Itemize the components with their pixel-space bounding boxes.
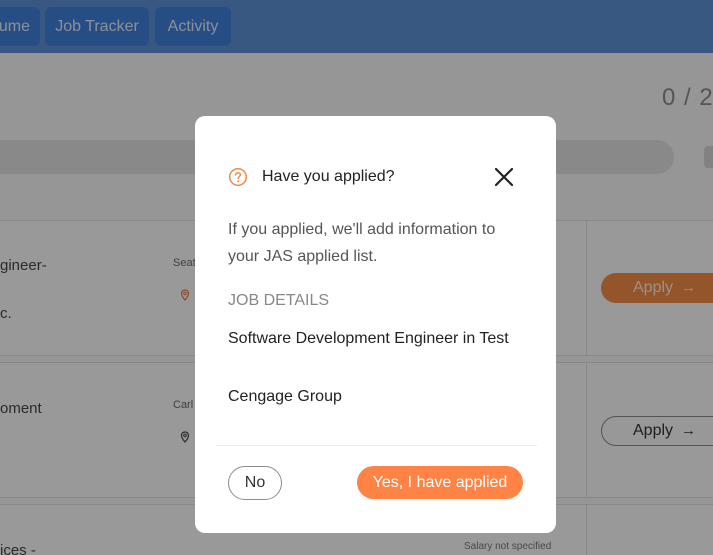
company-name: Cengage Group (228, 388, 342, 405)
job-title: Software Development Engineer in Test (228, 330, 509, 347)
yes-applied-button[interactable]: Yes, I have applied (357, 466, 523, 499)
dialog-description: If you applied, we'll add information to… (228, 221, 496, 265)
close-icon[interactable] (492, 165, 516, 189)
no-button[interactable]: No (228, 466, 282, 500)
dialog-divider (216, 445, 537, 446)
job-details-heading: JOB DETAILS (228, 292, 330, 309)
question-circle-icon (228, 167, 248, 187)
applied-confirmation-dialog: Have you applied? If you applied, we'll … (195, 116, 556, 533)
dialog-title: Have you applied? (262, 168, 395, 185)
